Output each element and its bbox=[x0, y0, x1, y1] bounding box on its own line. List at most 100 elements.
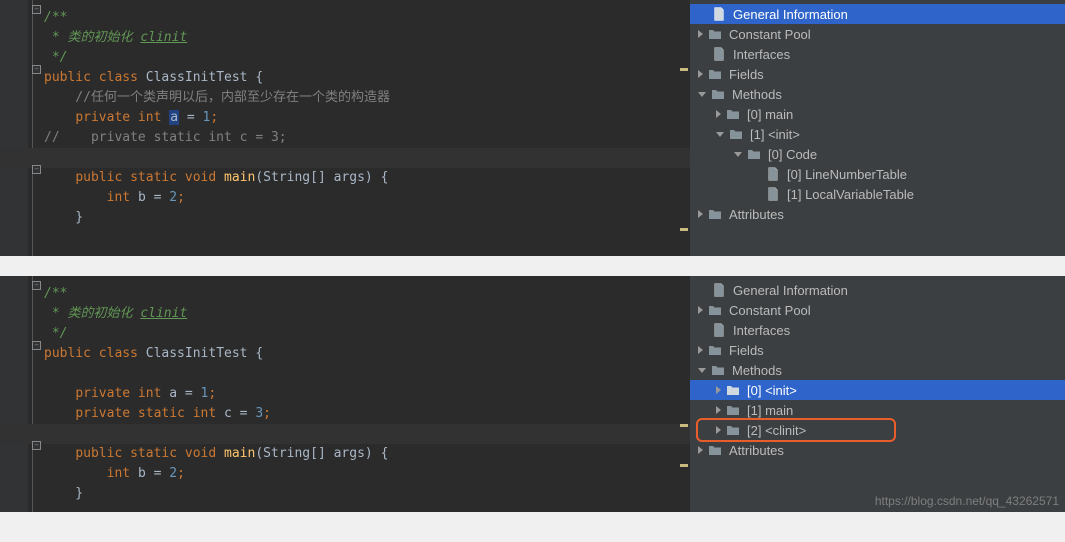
code-line[interactable]: */ bbox=[0, 324, 690, 344]
structure-tree[interactable]: General Information Constant Pool Interfac… bbox=[690, 276, 1065, 512]
chevron-right-icon[interactable] bbox=[698, 210, 703, 218]
file-icon bbox=[765, 167, 781, 181]
code-line[interactable] bbox=[0, 424, 690, 444]
tree-item[interactable]: [0] LineNumberTable bbox=[690, 164, 1065, 184]
folder-icon bbox=[707, 343, 723, 357]
code-line[interactable]: public class ClassInitTest { bbox=[0, 344, 690, 364]
tree-item-label: Methods bbox=[732, 87, 782, 102]
file-icon bbox=[711, 283, 727, 297]
chevron-down-icon[interactable] bbox=[734, 152, 742, 157]
code-line[interactable]: } bbox=[0, 208, 690, 228]
tree-item-label: Constant Pool bbox=[729, 303, 811, 318]
tree-item-label: [0] main bbox=[747, 107, 793, 122]
tree-item[interactable]: General Information bbox=[690, 280, 1065, 300]
warning-marker bbox=[680, 424, 688, 427]
fold-toggle-icon[interactable]: − bbox=[32, 341, 41, 350]
tree-item[interactable]: Fields bbox=[690, 340, 1065, 360]
fold-toggle-icon[interactable]: − bbox=[32, 165, 41, 174]
code-line[interactable] bbox=[0, 364, 690, 384]
folder-icon bbox=[710, 363, 726, 377]
structure-tree[interactable]: General Information Constant Pool Interfac… bbox=[690, 0, 1065, 256]
tree-item-label: Attributes bbox=[729, 443, 784, 458]
code-line[interactable] bbox=[0, 148, 690, 168]
tree-item-label: Fields bbox=[729, 343, 764, 358]
chevron-right-icon[interactable] bbox=[698, 30, 703, 38]
tree-item-label: [1] LocalVariableTable bbox=[787, 187, 914, 202]
tree-item[interactable]: Attributes bbox=[690, 204, 1065, 224]
code-line[interactable]: } bbox=[0, 484, 690, 504]
code-line[interactable]: // private static int c = 3; bbox=[0, 128, 690, 148]
tree-item-label: Methods bbox=[732, 363, 782, 378]
code-line[interactable]: int b = 2; bbox=[0, 188, 690, 208]
tree-item-label: General Information bbox=[733, 283, 848, 298]
chevron-right-icon[interactable] bbox=[698, 346, 703, 354]
tree-item-label: Fields bbox=[729, 67, 764, 82]
warning-marker bbox=[680, 68, 688, 71]
tree-item[interactable]: [1] LocalVariableTable bbox=[690, 184, 1065, 204]
code-line[interactable]: private int a = 1; bbox=[0, 384, 690, 404]
folder-icon bbox=[725, 383, 741, 397]
chevron-right-icon[interactable] bbox=[698, 446, 703, 454]
tree-item[interactable]: [1] <init> bbox=[690, 124, 1065, 144]
chevron-down-icon[interactable] bbox=[716, 132, 724, 137]
chevron-right-icon[interactable] bbox=[698, 70, 703, 78]
tree-item-label: Attributes bbox=[729, 207, 784, 222]
tree-item[interactable]: Methods bbox=[690, 360, 1065, 380]
tree-item-label: [0] Code bbox=[768, 147, 817, 162]
code-line[interactable]: private int a = 1; bbox=[0, 108, 690, 128]
code-line[interactable]: public static void main(String[] args) { bbox=[0, 168, 690, 188]
annotation-highlight-box bbox=[696, 418, 896, 442]
tree-item[interactable]: Attributes bbox=[690, 440, 1065, 460]
code-line[interactable]: /** bbox=[0, 8, 690, 28]
chevron-right-icon[interactable] bbox=[716, 406, 721, 414]
tree-item[interactable]: Interfaces bbox=[690, 44, 1065, 64]
tree-item[interactable]: General Information bbox=[690, 4, 1065, 24]
code-line[interactable]: private static int c = 3; bbox=[0, 404, 690, 424]
fold-toggle-icon[interactable]: − bbox=[32, 441, 41, 450]
file-icon bbox=[711, 323, 727, 337]
chevron-down-icon[interactable] bbox=[698, 92, 706, 97]
tree-item-label: General Information bbox=[733, 7, 848, 22]
fold-toggle-icon[interactable]: − bbox=[32, 281, 41, 290]
watermark-text: https://blog.csdn.net/qq_43262571 bbox=[875, 494, 1059, 508]
code-line[interactable]: int b = 2; bbox=[0, 464, 690, 484]
file-icon bbox=[711, 47, 727, 61]
tree-item-label: Constant Pool bbox=[729, 27, 811, 42]
fold-toggle-icon[interactable]: − bbox=[32, 5, 41, 14]
tree-item-label: Interfaces bbox=[733, 323, 790, 338]
code-line[interactable]: public class ClassInitTest { bbox=[0, 68, 690, 88]
tree-item-label: [1] main bbox=[747, 403, 793, 418]
code-line[interactable]: /** bbox=[0, 284, 690, 304]
code-line[interactable]: //任何一个类声明以后，内部至少存在一个类的构造器 bbox=[0, 88, 690, 108]
chevron-down-icon[interactable] bbox=[698, 368, 706, 373]
folder-icon bbox=[707, 27, 723, 41]
tree-item[interactable]: Constant Pool bbox=[690, 24, 1065, 44]
tree-item[interactable]: [1] main bbox=[690, 400, 1065, 420]
code-editor[interactable]: /** * 类的初始化 clinit */public class ClassI… bbox=[0, 0, 690, 256]
tree-item[interactable]: [0] Code bbox=[690, 144, 1065, 164]
warning-marker bbox=[680, 464, 688, 467]
code-line[interactable] bbox=[0, 228, 690, 248]
tree-item[interactable]: Methods bbox=[690, 84, 1065, 104]
tree-item[interactable]: [0] <init> bbox=[690, 380, 1065, 400]
folder-icon bbox=[707, 207, 723, 221]
file-icon bbox=[765, 187, 781, 201]
tree-item[interactable]: [0] main bbox=[690, 104, 1065, 124]
fold-toggle-icon[interactable]: − bbox=[32, 65, 41, 74]
tree-item[interactable]: Fields bbox=[690, 64, 1065, 84]
folder-icon bbox=[707, 443, 723, 457]
code-line[interactable]: * 类的初始化 clinit bbox=[0, 28, 690, 48]
tree-item[interactable]: Interfaces bbox=[690, 320, 1065, 340]
ide-panel-bottom: /** * 类的初始化 clinit */public class ClassI… bbox=[0, 276, 1065, 512]
code-editor[interactable]: /** * 类的初始化 clinit */public class ClassI… bbox=[0, 276, 690, 512]
code-line[interactable]: */ bbox=[0, 48, 690, 68]
chevron-right-icon[interactable] bbox=[716, 386, 721, 394]
chevron-right-icon[interactable] bbox=[716, 110, 721, 118]
chevron-right-icon[interactable] bbox=[698, 306, 703, 314]
code-line[interactable]: public static void main(String[] args) { bbox=[0, 444, 690, 464]
tree-item[interactable]: Constant Pool bbox=[690, 300, 1065, 320]
folder-icon bbox=[725, 403, 741, 417]
folder-icon bbox=[707, 67, 723, 81]
tree-item-label: [0] LineNumberTable bbox=[787, 167, 907, 182]
code-line[interactable]: * 类的初始化 clinit bbox=[0, 304, 690, 324]
